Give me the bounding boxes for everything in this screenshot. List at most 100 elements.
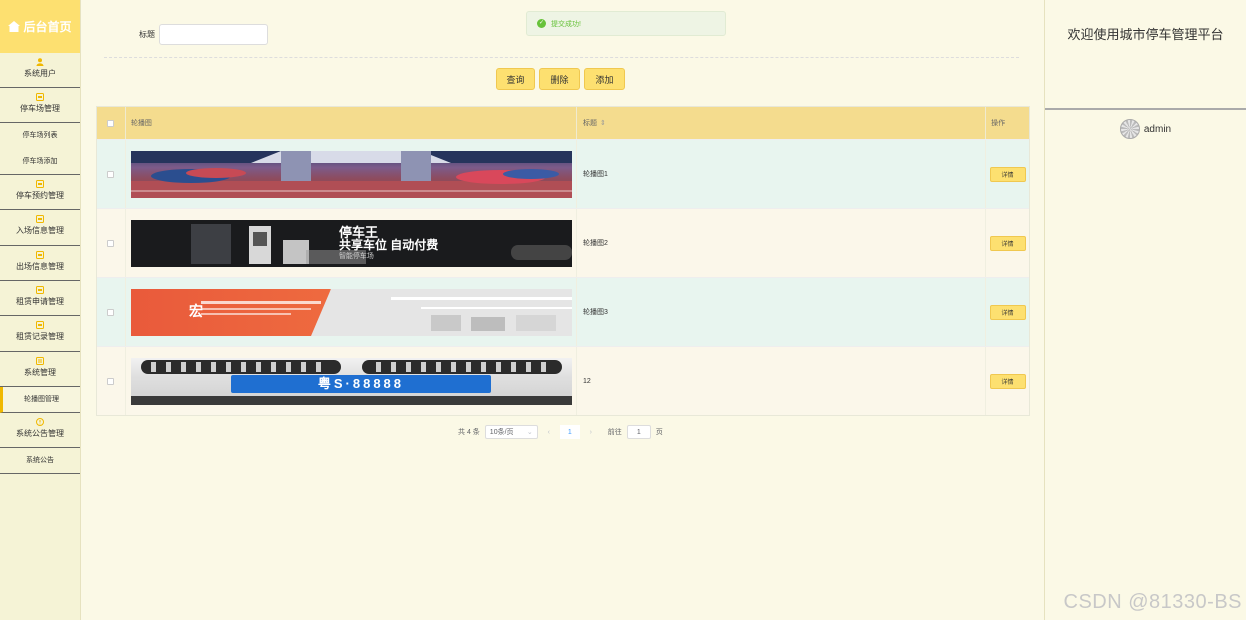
folder-icon <box>36 180 44 188</box>
sidebar-item-exit-management[interactable]: 出场信息管理 <box>0 246 80 281</box>
info-icon <box>36 418 44 426</box>
parking-garage-image <box>130 150 572 198</box>
sidebar-item-entry-management[interactable]: 入场信息管理 <box>0 210 80 246</box>
sidebar-item-label: 入场信息管理 <box>16 226 64 235</box>
prev-page-button[interactable]: ‹ <box>543 429 555 436</box>
carousel-thumbnail <box>130 150 572 198</box>
carousel-thumbnail: 粤S·88888 <box>130 357 572 405</box>
row-checkbox[interactable] <box>107 377 115 385</box>
folder-icon <box>36 251 44 259</box>
table-row: 宏 轮播图3 详情 <box>97 277 1029 346</box>
sidebar-item-reservation-management[interactable]: 停车预约管理 <box>0 175 80 210</box>
folder-icon <box>36 215 44 223</box>
actions-cell: 详情 <box>986 140 1029 208</box>
sidebar-subitem-parking-lot-list[interactable]: 停车场列表 <box>0 123 80 149</box>
row-select-cell <box>97 209 126 277</box>
delete-button[interactable]: 删除 <box>539 68 580 90</box>
toast-message: 提交成功! <box>551 20 581 28</box>
divider <box>104 57 1019 58</box>
row-checkbox[interactable] <box>107 170 115 178</box>
table-row: 粤S·88888 12 详情 <box>97 346 1029 415</box>
detail-button[interactable]: 详情 <box>989 373 1026 389</box>
actions-cell: 详情 <box>986 347 1029 415</box>
sidebar-item-label: 停车场管理 <box>20 104 60 113</box>
add-button[interactable]: 添加 <box>584 68 625 90</box>
pagination: 共 4 条 10条/页 ⌄ ‹ 1 › 前往 1 页 <box>458 425 663 439</box>
success-toast: ✓ 提交成功! <box>526 11 726 36</box>
row-checkbox[interactable] <box>107 239 115 247</box>
carousel-thumbnail: 停车王 共享车位 自动付费 智能停车场 <box>130 219 572 267</box>
sidebar-item-announcement-management[interactable]: 系统公告管理 <box>0 413 80 448</box>
user-info[interactable]: admin <box>1045 119 1246 139</box>
sidebar-item-label: 租赁申请管理 <box>16 297 64 306</box>
toolbar: 查询 删除 添加 <box>496 68 625 90</box>
page-number-current[interactable]: 1 <box>559 425 580 439</box>
banner-subheadline: 共享车位 自动付费 <box>338 237 439 252</box>
title-cell: 轮播图3 <box>577 278 987 346</box>
goto-page-input[interactable]: 1 <box>626 425 651 439</box>
banner-logo: 宏 <box>188 302 203 319</box>
chevron-down-icon: ⌄ <box>526 429 533 436</box>
table-row: 轮播图1 详情 <box>97 139 1029 208</box>
sidebar-subitem-announcements[interactable]: 系统公告 <box>0 448 80 474</box>
table-row: 停车王 共享车位 自动付费 智能停车场 轮播图2 详情 <box>97 208 1029 277</box>
sidebar-item-label: 系统用户 <box>24 69 56 78</box>
folder-icon <box>36 286 44 294</box>
sidebar-item-system-management[interactable]: 系统管理 <box>0 352 80 387</box>
detail-button[interactable]: 详情 <box>989 304 1026 320</box>
sidebar-item-label: 系统公告管理 <box>16 429 64 438</box>
title-cell: 轮播图2 <box>577 209 987 277</box>
title-cell: 轮播图1 <box>577 140 987 208</box>
banner-headline: 停车王 <box>338 224 378 240</box>
row-checkbox[interactable] <box>107 308 115 316</box>
avatar <box>1119 119 1140 139</box>
check-circle-icon: ✓ <box>537 19 546 28</box>
sidebar-subitem-parking-lot-add[interactable]: 停车场添加 <box>0 149 80 175</box>
folder-icon <box>36 93 44 101</box>
document-icon <box>36 357 44 365</box>
sidebar-subitem-label: 系统公告 <box>26 457 54 464</box>
brand-label: 后台首页 <box>23 20 72 34</box>
banner-caption: 智能停车场 <box>338 252 374 260</box>
query-button[interactable]: 查询 <box>496 68 535 90</box>
select-all-cell <box>97 107 126 139</box>
page-size-value: 10条/页 <box>489 429 514 436</box>
goto-suffix: 页 <box>655 429 663 436</box>
sidebar-subitem-label: 轮播图管理 <box>24 396 59 403</box>
image-cell: 宏 <box>126 278 577 346</box>
sidebar-item-rental-application-management[interactable]: 租赁申请管理 <box>0 281 80 316</box>
title-filter-input[interactable] <box>159 24 268 45</box>
header-image: 轮播图 <box>126 107 577 139</box>
user-icon <box>36 58 44 66</box>
sidebar-item-label: 租赁记录管理 <box>16 332 64 341</box>
page-size-select[interactable]: 10条/页 ⌄ <box>484 425 538 439</box>
image-cell <box>126 140 577 208</box>
next-page-button[interactable]: › <box>585 429 597 436</box>
title-cell: 12 <box>577 347 987 415</box>
actions-cell: 详情 <box>986 209 1029 277</box>
sidebar-item-label: 出场信息管理 <box>16 262 64 271</box>
sidebar-item-parking-lot-management[interactable]: 停车场管理 <box>0 88 80 123</box>
actions-cell: 详情 <box>986 278 1029 346</box>
header-title[interactable]: 标题 ⇕ <box>577 107 987 139</box>
sidebar-item-label: 系统管理 <box>24 368 56 377</box>
select-all-checkbox[interactable] <box>107 119 115 127</box>
detail-button[interactable]: 详情 <box>989 235 1026 251</box>
image-cell: 粤S·88888 <box>126 347 577 415</box>
sidebar-subitem-carousel-management[interactable]: 轮播图管理 <box>0 387 80 413</box>
carousel-thumbnail: 宏 <box>130 288 572 336</box>
sort-icon[interactable]: ⇕ <box>600 119 606 127</box>
username: admin <box>1143 123 1172 135</box>
detail-button[interactable]: 详情 <box>989 166 1026 182</box>
goto-prefix: 前往 <box>607 429 622 436</box>
sidebar-subitem-label: 停车场添加 <box>22 158 58 165</box>
sidebar-item-rental-record-management[interactable]: 租赁记录管理 <box>0 316 80 352</box>
total-count: 共 4 条 <box>458 429 480 436</box>
right-panel: 欢迎使用城市停车管理平台 admin CSDN @81330-BS <box>1044 0 1246 620</box>
sidebar-subitem-label: 停车场列表 <box>22 132 58 139</box>
sidebar-item-system-users[interactable]: 系统用户 <box>0 53 80 88</box>
main-content: 标题 ✓ 提交成功! 查询 删除 添加 轮播图 标题 ⇕ 操作 轮播图1 详情 … <box>81 0 1044 620</box>
home-link[interactable]: 后台首页 <box>0 0 80 53</box>
image-cell: 停车王 共享车位 自动付费 智能停车场 <box>126 209 577 277</box>
sidebar: 后台首页 系统用户 停车场管理 停车场列表 停车场添加 停车预约管理 入场信息管… <box>0 0 81 620</box>
